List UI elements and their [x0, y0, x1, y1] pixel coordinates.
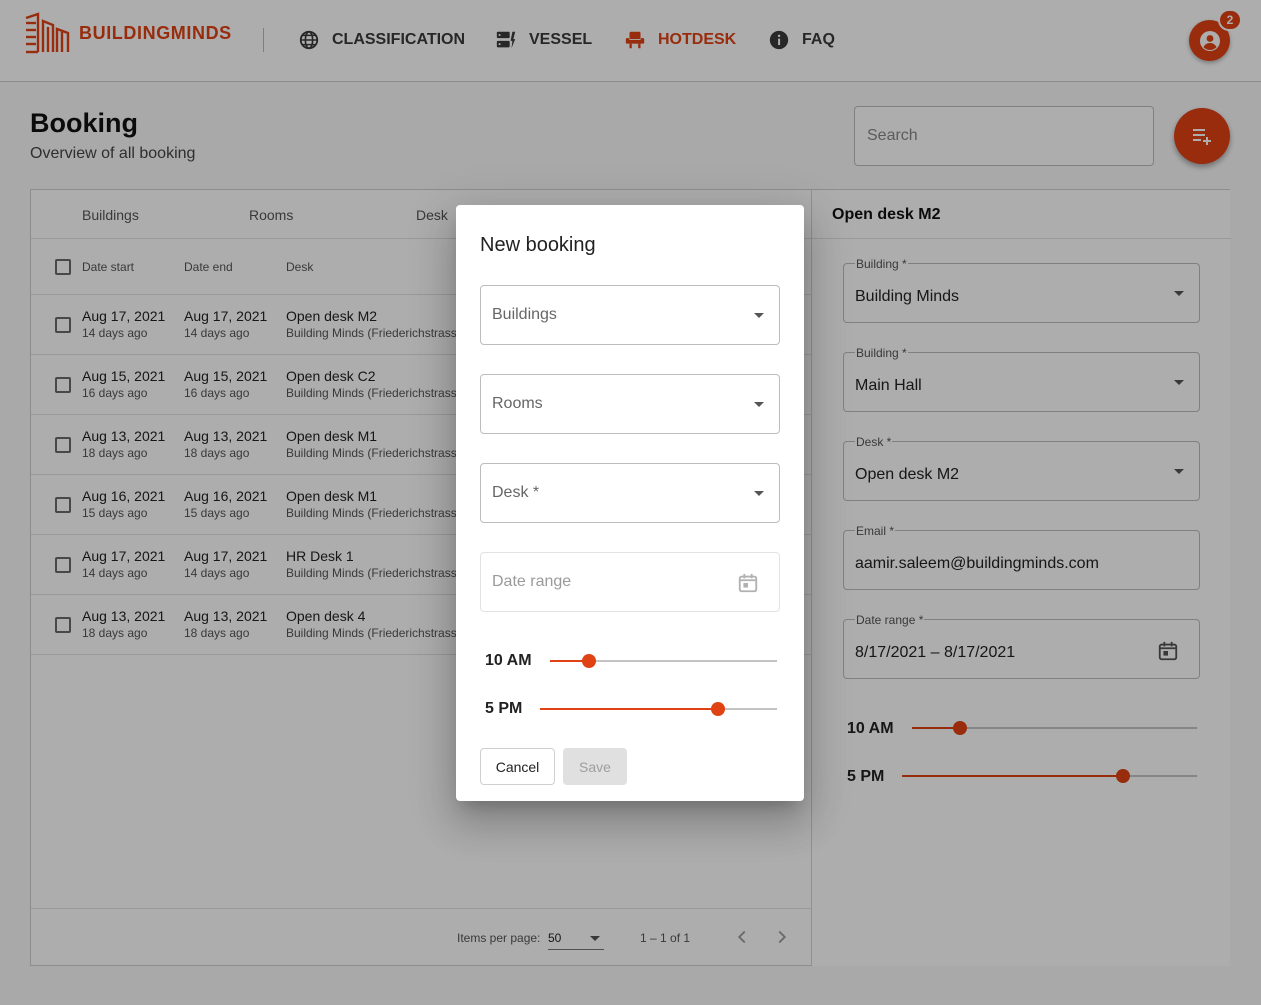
field-placeholder: Desk * — [492, 484, 540, 501]
dialog-title: New booking — [480, 234, 596, 256]
field-placeholder: Rooms — [492, 395, 543, 412]
field-placeholder: Date range — [492, 573, 572, 590]
slider-fill — [540, 708, 718, 710]
dialog-buildings-select[interactable]: Buildings — [480, 285, 780, 345]
cancel-button[interactable]: Cancel — [480, 748, 555, 785]
calendar-icon[interactable] — [737, 572, 759, 594]
new-booking-dialog: New booking Buildings Rooms Desk * Date … — [456, 205, 804, 801]
dialog-end-time-slider[interactable] — [540, 702, 777, 716]
slider-thumb[interactable] — [581, 654, 596, 668]
dialog-date-range-field[interactable]: Date range — [480, 552, 780, 612]
dialog-desk-select[interactable]: Desk * — [480, 463, 780, 523]
slider-thumb[interactable] — [710, 702, 725, 716]
dialog-start-time-slider[interactable] — [550, 654, 777, 668]
dialog-rooms-select[interactable]: Rooms — [480, 374, 780, 434]
dropdown-arrow-icon — [754, 402, 764, 407]
dialog-start-time-label: 10 AM — [485, 652, 532, 669]
field-placeholder: Buildings — [492, 306, 557, 323]
dialog-end-time-label: 5 PM — [485, 700, 523, 717]
dropdown-arrow-icon — [754, 313, 764, 318]
dropdown-arrow-icon — [754, 491, 764, 496]
save-button[interactable]: Save — [563, 748, 627, 785]
